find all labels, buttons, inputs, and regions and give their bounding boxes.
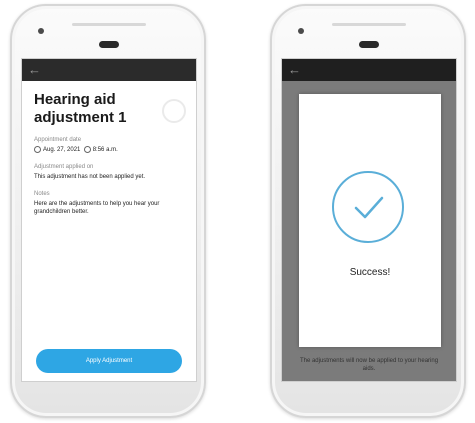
success-message: Success! xyxy=(349,267,391,278)
clock-icon xyxy=(34,146,41,153)
phone-device-left: ← Hearing aid adjustment 1 Appointment d… xyxy=(10,4,206,418)
proximity-sensor xyxy=(359,41,379,48)
appointment-time: 8:56 a.m. xyxy=(92,147,118,154)
apply-adjustment-button[interactable]: Apply Adjustment xyxy=(36,349,182,373)
clock-icon xyxy=(83,146,91,153)
appointment-date-label: Appointment date xyxy=(34,137,82,143)
front-camera xyxy=(38,28,44,34)
earpiece-speaker xyxy=(72,23,146,26)
front-camera xyxy=(298,28,304,34)
success-screen: ← The adjustments will now be applied to… xyxy=(281,58,457,382)
notes-value: Here are the adjustments to help you hea… xyxy=(34,201,160,216)
success-check-icon xyxy=(332,171,404,243)
appointment-date: Aug. 27, 2021 xyxy=(43,147,81,154)
check-circle-icon xyxy=(162,99,186,123)
notes-label: Notes xyxy=(34,191,50,198)
adjustment-applied-value: This adjustment has not been applied yet… xyxy=(34,174,146,181)
appointment-date-value: Aug. 27, 2021 8:56 a.m. xyxy=(34,146,184,154)
adjustment-detail-screen: ← Hearing aid adjustment 1 Appointment d… xyxy=(21,58,197,382)
earpiece-speaker xyxy=(332,23,406,26)
page-title: Hearing aid adjustment 1 xyxy=(34,91,127,126)
adjustment-applied-label: Adjustment applied on xyxy=(34,164,94,171)
background-message: The adjustments will now be applied to y… xyxy=(299,358,439,372)
back-arrow-icon[interactable]: ← xyxy=(28,62,41,77)
proximity-sensor xyxy=(99,41,119,48)
back-arrow-icon[interactable]: ← xyxy=(288,62,301,77)
success-dialog[interactable]: Success! xyxy=(299,94,441,347)
phone-device-right: ← The adjustments will now be applied to… xyxy=(270,4,466,418)
app-bar: ← xyxy=(282,59,456,81)
app-bar: ← xyxy=(22,59,196,81)
